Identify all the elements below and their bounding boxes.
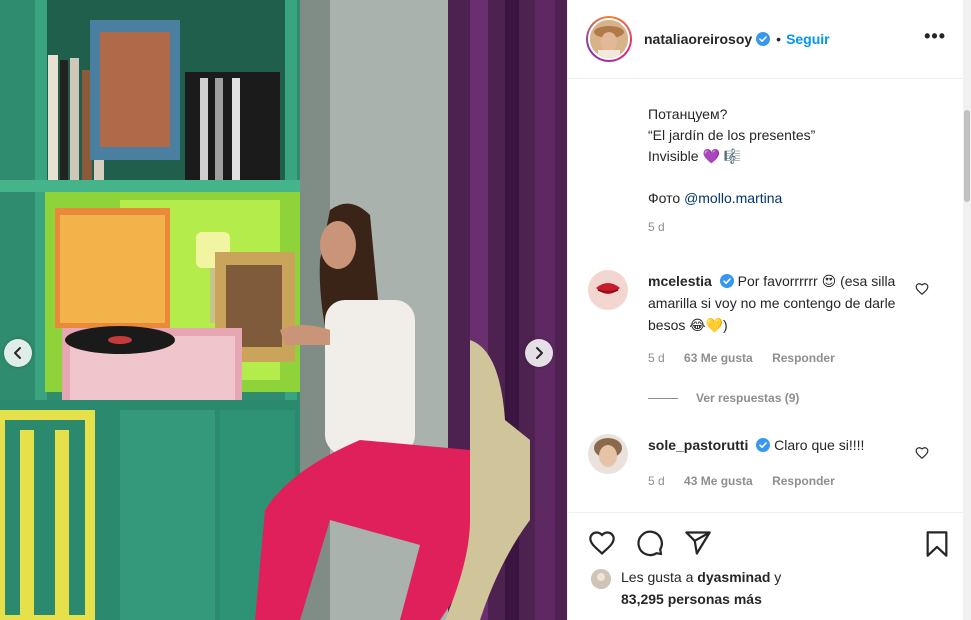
comment-icon[interactable]: [635, 529, 665, 557]
post-action-bar: [568, 512, 964, 572]
comment-like-heart-icon[interactable]: [915, 446, 929, 460]
liker-username[interactable]: dyasminad: [697, 569, 770, 585]
verified-badge-icon: [719, 274, 734, 288]
header-separator: •: [776, 31, 782, 47]
likes-text: Les gusta a dyasminad y 83,295 personas …: [621, 566, 921, 610]
avatar-image: [588, 434, 628, 474]
previous-slide-button[interactable]: [4, 339, 32, 367]
post-photo[interactable]: [0, 0, 567, 620]
comment-text: Claro que si!!!!: [774, 437, 865, 453]
comment-body: sole_pastorutti Claro que si!!!!: [648, 434, 898, 456]
post-side-panel: nataliaoreirosoy • Seguir ••• Потанцуем?…: [567, 0, 971, 620]
send-icon[interactable]: [683, 529, 713, 557]
caption-line: “El jardín de los presentes”: [648, 127, 816, 143]
caption-line: Потанцуем?: [648, 106, 728, 122]
comment-like-heart-icon[interactable]: [915, 282, 929, 296]
caption-age: 5 d: [648, 220, 665, 234]
caption-line: Invisible 💜 🎼: [648, 148, 742, 164]
more-options-button[interactable]: •••: [924, 26, 946, 47]
comment-age: 5 d: [648, 474, 665, 488]
reply-button[interactable]: Responder: [772, 474, 835, 488]
author-avatar[interactable]: [586, 16, 632, 62]
view-replies-button[interactable]: Ver respuestas (9): [648, 391, 799, 405]
comment-likes[interactable]: 63 Me gusta: [684, 351, 753, 365]
scrollbar[interactable]: [963, 0, 971, 620]
likes-middle: y: [770, 569, 782, 585]
comment-age: 5 d: [648, 351, 665, 365]
next-slide-button[interactable]: [525, 339, 553, 367]
commenter-avatar[interactable]: [588, 270, 628, 310]
chevron-right-icon: [536, 347, 543, 359]
comment-username[interactable]: sole_pastorutti: [648, 437, 748, 453]
scrollbar-thumb[interactable]: [964, 110, 970, 202]
bookmark-icon[interactable]: [923, 529, 951, 559]
replies-divider: [648, 397, 678, 399]
commenter-avatar[interactable]: [588, 434, 628, 474]
avatar-image: [591, 569, 611, 589]
chevron-left-icon: [14, 347, 21, 359]
verified-badge-icon: [756, 32, 771, 46]
post-caption: Потанцуем? “El jardín de los presentes” …: [648, 62, 815, 238]
heart-icon[interactable]: [587, 529, 617, 557]
liker-avatar[interactable]: [590, 568, 612, 590]
post-image: [0, 0, 567, 620]
avatar-image: [590, 20, 628, 58]
view-replies-label: Ver respuestas (9): [696, 391, 800, 405]
reply-button[interactable]: Responder: [772, 351, 835, 365]
verified-badge-icon: [756, 438, 771, 452]
comment-likes[interactable]: 43 Me gusta: [684, 474, 753, 488]
photo-credit-prefix: Фото: [648, 190, 685, 206]
follow-button[interactable]: Seguir: [786, 31, 830, 47]
comment-meta: 5 d 43 Me gusta Responder: [648, 474, 851, 488]
avatar-image: [588, 270, 628, 310]
comment-body: mcelestia Por favorrrrrr 😍 (esa silla am…: [648, 270, 898, 336]
author-username[interactable]: nataliaoreirosoy: [644, 31, 752, 47]
comment-username[interactable]: mcelestia: [648, 273, 712, 289]
likes-count[interactable]: 83,295 personas más: [621, 591, 762, 607]
photo-credit: Фото @mollo.martina: [648, 188, 815, 209]
mention-link[interactable]: @mollo.martina: [684, 190, 782, 206]
comment-meta: 5 d 63 Me gusta Responder: [648, 351, 851, 365]
likes-prefix: Les gusta a: [621, 569, 698, 585]
